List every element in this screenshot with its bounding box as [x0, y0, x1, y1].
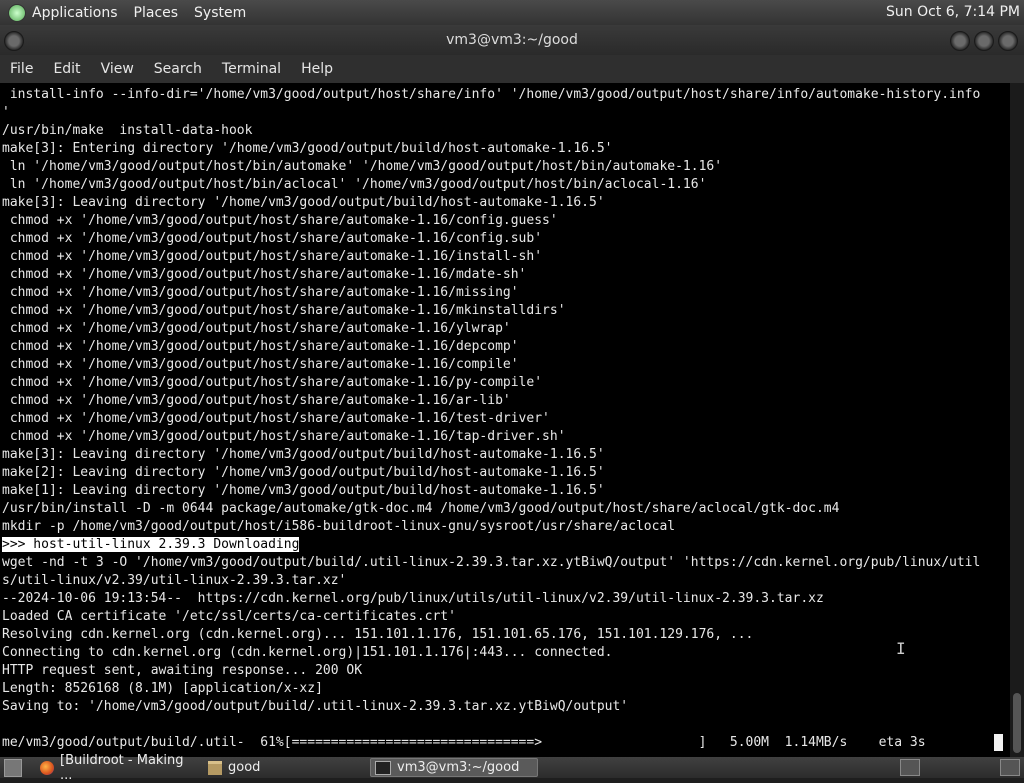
- terminal-line: chmod +x '/home/vm3/good/output/host/sha…: [2, 231, 543, 246]
- terminal-line: --2024-10-06 19:13:54-- https://cdn.kern…: [2, 591, 824, 606]
- menu-search[interactable]: Search: [144, 61, 212, 77]
- task-folder[interactable]: good: [204, 758, 364, 777]
- terminal-line: /usr/bin/make install-data-hook: [2, 123, 253, 138]
- terminal-line: make[3]: Leaving directory '/home/vm3/go…: [2, 195, 605, 210]
- terminal-line: chmod +x '/home/vm3/good/output/host/sha…: [2, 267, 527, 282]
- folder-icon: [208, 760, 222, 775]
- terminal-line: chmod +x '/home/vm3/good/output/host/sha…: [2, 411, 550, 426]
- task-label: vm3@vm3:~/good: [397, 760, 520, 775]
- terminal-line: ': [2, 105, 10, 120]
- menu-view[interactable]: View: [91, 61, 144, 77]
- task-firefox[interactable]: [Buildroot - Making ...: [36, 753, 200, 783]
- terminal-line: chmod +x '/home/vm3/good/output/host/sha…: [2, 249, 543, 264]
- trash-icon[interactable]: [1000, 759, 1020, 776]
- terminal-line: s/util-linux/v2.39/util-linux-2.39.3.tar…: [2, 573, 347, 588]
- terminal-line: /usr/bin/install -D -m 0644 package/auto…: [2, 501, 840, 516]
- terminal-line: make[2]: Leaving directory '/home/vm3/go…: [2, 465, 605, 480]
- places-menu[interactable]: Places: [134, 5, 179, 21]
- terminal-line: ln '/home/vm3/good/output/host/bin/autom…: [2, 159, 723, 174]
- menu-edit[interactable]: Edit: [43, 61, 90, 77]
- terminal-line: make[3]: Entering directory '/home/vm3/g…: [2, 141, 613, 156]
- panel-clock[interactable]: Sun Oct 6, 7:14 PM: [886, 4, 1020, 20]
- top-panel: Applications Places System Sun Oct 6, 7:…: [0, 0, 1024, 25]
- terminal-icon: [375, 760, 391, 775]
- task-label: good: [228, 760, 261, 775]
- terminal-line: chmod +x '/home/vm3/good/output/host/sha…: [2, 393, 511, 408]
- window-title: vm3@vm3:~/good: [446, 32, 578, 48]
- terminal-line: chmod +x '/home/vm3/good/output/host/sha…: [2, 321, 511, 336]
- terminal-line: chmod +x '/home/vm3/good/output/host/sha…: [2, 357, 519, 372]
- terminal-scrollbar[interactable]: [1010, 83, 1024, 757]
- terminal-line: make[3]: Leaving directory '/home/vm3/go…: [2, 447, 605, 462]
- gnome-foot-icon[interactable]: [8, 3, 26, 22]
- terminal-line: chmod +x '/home/vm3/good/output/host/sha…: [2, 303, 566, 318]
- scrollbar-thumb[interactable]: [1013, 693, 1021, 753]
- terminal-line: Resolving cdn.kernel.org (cdn.kernel.org…: [2, 627, 754, 642]
- show-desktop-icon[interactable]: [4, 759, 22, 777]
- task-label: [Buildroot - Making ...: [60, 752, 184, 783]
- terminal-line: Loaded CA certificate '/etc/ssl/certs/ca…: [2, 609, 456, 624]
- system-menu[interactable]: System: [194, 5, 246, 21]
- mouse-ibeam-cursor: I: [896, 639, 906, 658]
- menu-help[interactable]: Help: [291, 61, 343, 77]
- terminal-line: chmod +x '/home/vm3/good/output/host/sha…: [2, 339, 519, 354]
- terminal-output[interactable]: install-info --info-dir='/home/vm3/good/…: [0, 83, 1010, 757]
- terminal-line: HTTP request sent, awaiting response... …: [2, 663, 363, 678]
- bottom-taskbar: [Buildroot - Making ... good vm3@vm3:~/g…: [0, 753, 1024, 783]
- terminal-line: make[1]: Leaving directory '/home/vm3/go…: [2, 483, 605, 498]
- close-button[interactable]: [998, 31, 1018, 51]
- workspace-switcher-icon[interactable]: [900, 759, 920, 776]
- terminal-line: chmod +x '/home/vm3/good/output/host/sha…: [2, 375, 543, 390]
- maximize-button[interactable]: [974, 31, 994, 51]
- menu-file[interactable]: File: [0, 61, 43, 77]
- terminal-line: me/vm3/good/output/build/.util- 61%[====…: [2, 735, 926, 750]
- window-titlebar[interactable]: vm3@vm3:~/good: [0, 25, 1024, 55]
- terminal-line: chmod +x '/home/vm3/good/output/host/sha…: [2, 429, 566, 444]
- task-terminal[interactable]: vm3@vm3:~/good: [370, 758, 538, 777]
- terminal-line: install-info --info-dir='/home/vm3/good/…: [2, 87, 981, 102]
- terminal-line: mkdir -p /home/vm3/good/output/host/i586…: [2, 519, 676, 534]
- terminal-menubar: File Edit View Search Terminal Help: [0, 55, 1024, 83]
- terminal-line: ln '/home/vm3/good/output/host/bin/acloc…: [2, 177, 707, 192]
- terminal-lines: install-info --info-dir='/home/vm3/good/…: [2, 86, 980, 752]
- terminal-line: wget -nd -t 3 -O '/home/vm3/good/output/…: [2, 555, 981, 570]
- text-cursor: [994, 734, 1003, 751]
- terminal-line: Saving to: '/home/vm3/good/output/build/…: [2, 699, 629, 714]
- terminal-line: Connecting to cdn.kernel.org (cdn.kernel…: [2, 645, 613, 660]
- terminal-line: >>> host-util-linux 2.39.3 Downloading: [2, 537, 300, 552]
- terminal-line: chmod +x '/home/vm3/good/output/host/sha…: [2, 213, 558, 228]
- terminal-line: Length: 8526168 (8.1M) [application/x-xz…: [2, 681, 323, 696]
- applications-menu[interactable]: Applications: [32, 5, 118, 21]
- minimize-button[interactable]: [950, 31, 970, 51]
- firefox-icon: [40, 760, 54, 775]
- terminal-line: chmod +x '/home/vm3/good/output/host/sha…: [2, 285, 519, 300]
- menu-terminal[interactable]: Terminal: [212, 61, 291, 77]
